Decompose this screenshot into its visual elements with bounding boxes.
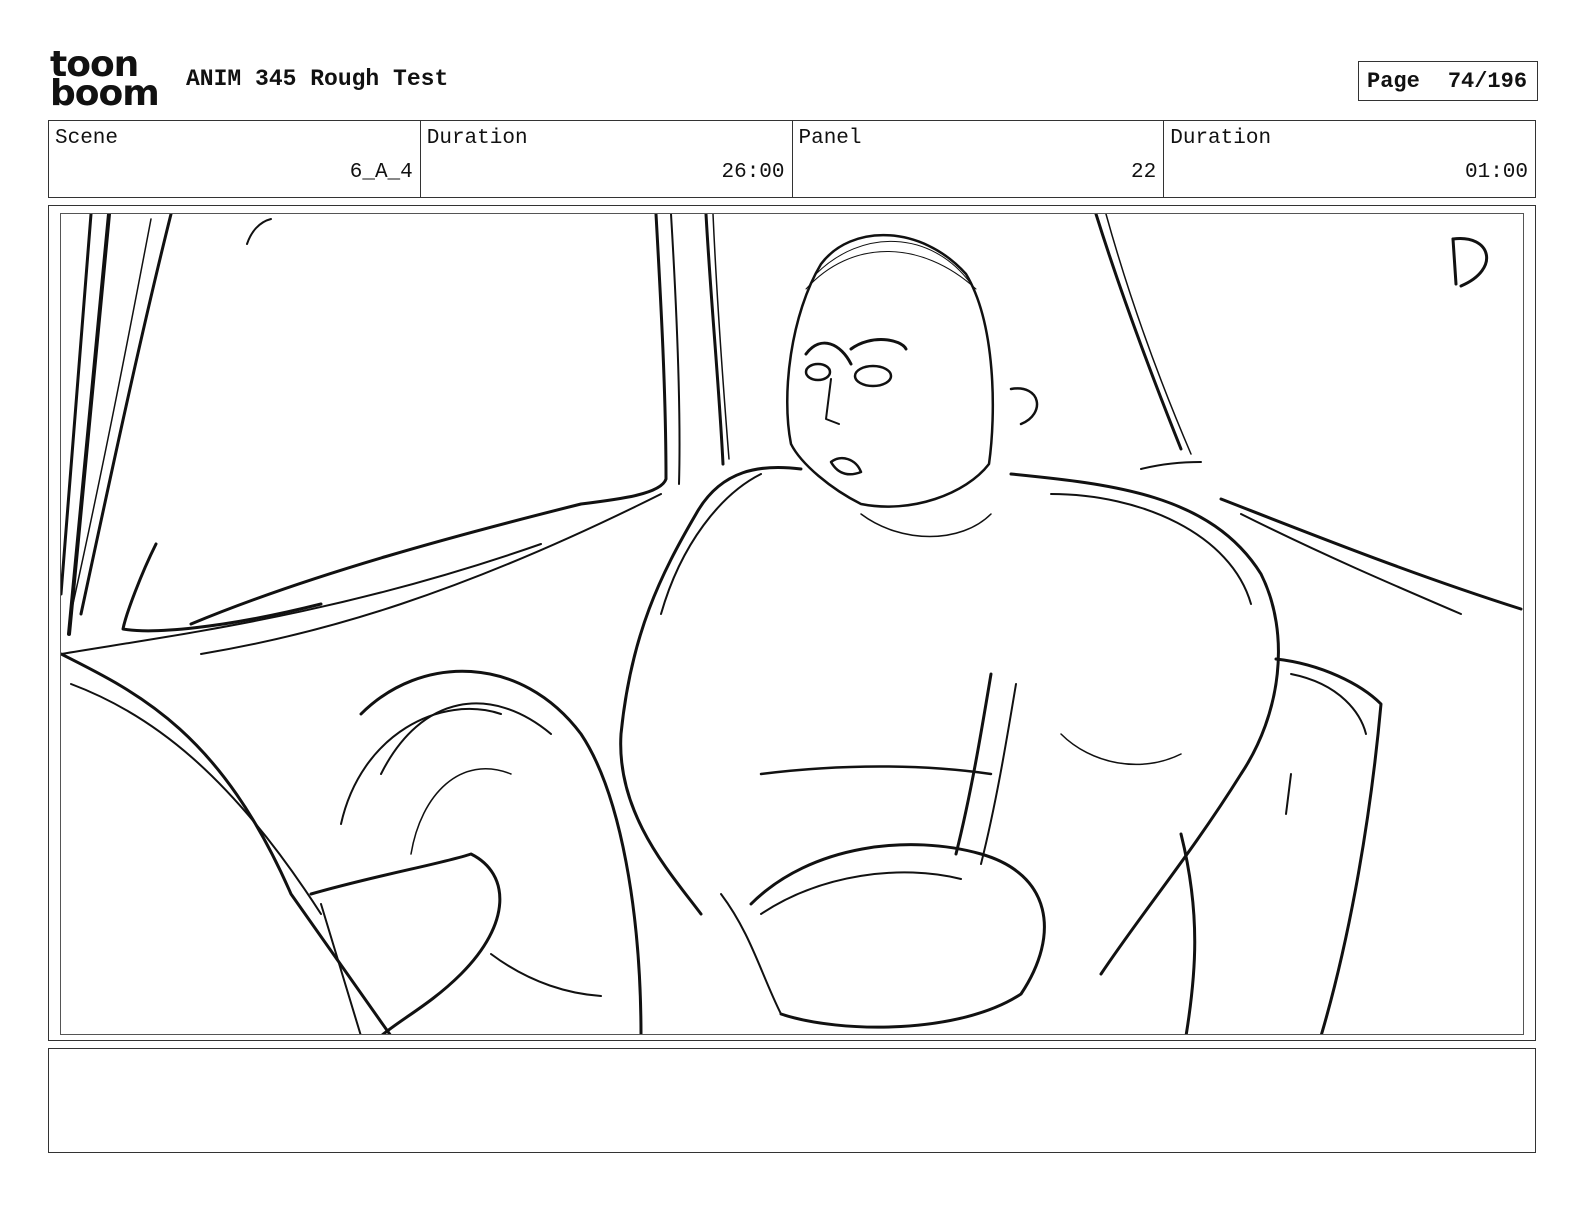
scene-duration-label: Duration [426,127,528,150]
window-right [1094,214,1523,615]
page-indicator: Page 74/196 [1358,61,1538,101]
panel-info-table: Scene 6_A_4 Duration 26:00 Panel 22 Dura… [48,120,1536,198]
page-label: Page [1367,68,1420,94]
window-left [61,214,730,655]
panel-cell: Panel 22 [793,121,1165,197]
scene-label: Scene [55,127,119,150]
scene-duration-value: 26:00 [721,161,785,184]
corner-mark-d [1451,237,1489,288]
toon-boom-logo: toon boom [50,47,165,114]
scene-value: 6_A_4 [349,161,413,184]
panel-label: Panel [798,127,862,150]
scene-cell: Scene 6_A_4 [49,121,421,197]
panel-drawing-area [60,213,1524,1035]
character-body [619,465,1280,1029]
scene-duration-cell: Duration 26:00 [421,121,793,197]
panel-duration-label: Duration [1170,127,1272,150]
panel-duration-value: 01:00 [1464,161,1528,184]
armchair [61,652,1383,1034]
panel-notes [48,1048,1536,1153]
panel-duration-cell: Duration 01:00 [1164,121,1535,197]
logo-bottom: boom [50,73,160,114]
project-title: ANIM 345 Rough Test [186,66,449,92]
rough-sketch [61,214,1523,1034]
character-head [786,234,1039,538]
page-number: 74/196 [1447,68,1528,94]
panel-value: 22 [1131,161,1157,184]
storyboard-panel [48,205,1536,1041]
